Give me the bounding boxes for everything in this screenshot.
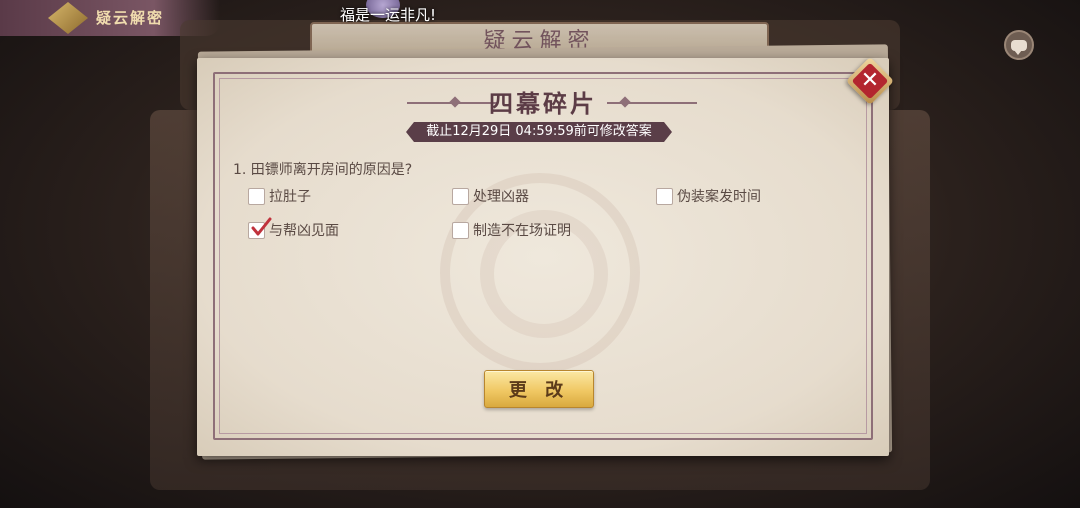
- marquee-text: 福是一运非凡!: [340, 6, 437, 24]
- option-5-checkbox[interactable]: [452, 221, 469, 239]
- option-2-checkbox[interactable]: [452, 187, 469, 205]
- option-4-label: 与帮凶见面: [269, 223, 339, 239]
- checkmark-icon: [251, 217, 272, 235]
- option-3-checkbox[interactable]: [656, 187, 673, 205]
- option-3[interactable]: 伪装案发时间: [656, 186, 761, 206]
- question-text: 1. 田镖师离开房间的原因是?: [233, 162, 413, 178]
- chat-bubble-icon: [1011, 39, 1027, 55]
- deadline-banner: 截止12月29日 04:59:59前可修改答案: [406, 122, 672, 142]
- banner-emblem-icon: [48, 2, 88, 34]
- chat-button[interactable]: [1004, 30, 1034, 60]
- dialog-title: 四幕碎片: [489, 90, 597, 118]
- banner-title: 疑云解密: [96, 9, 165, 27]
- fragment-dialog: 四幕碎片 截止12月29日 04:59:59前可修改答案 1. 田镖师离开房间的…: [197, 58, 889, 456]
- option-5-label: 制造不在场证明: [473, 223, 571, 239]
- option-4-checkbox[interactable]: [248, 217, 272, 239]
- option-2-label: 处理凶器: [473, 189, 529, 205]
- option-2[interactable]: 处理凶器: [452, 186, 529, 206]
- title-divider-right: [607, 102, 697, 104]
- option-5[interactable]: 制造不在场证明: [452, 220, 571, 240]
- option-1[interactable]: 拉肚子: [248, 186, 311, 206]
- option-3-label: 伪装案发时间: [677, 189, 761, 205]
- change-answer-button[interactable]: 更 改: [484, 370, 594, 408]
- option-4[interactable]: 与帮凶见面: [248, 217, 339, 240]
- option-1-label: 拉肚子: [269, 189, 311, 205]
- option-1-checkbox[interactable]: [248, 187, 265, 205]
